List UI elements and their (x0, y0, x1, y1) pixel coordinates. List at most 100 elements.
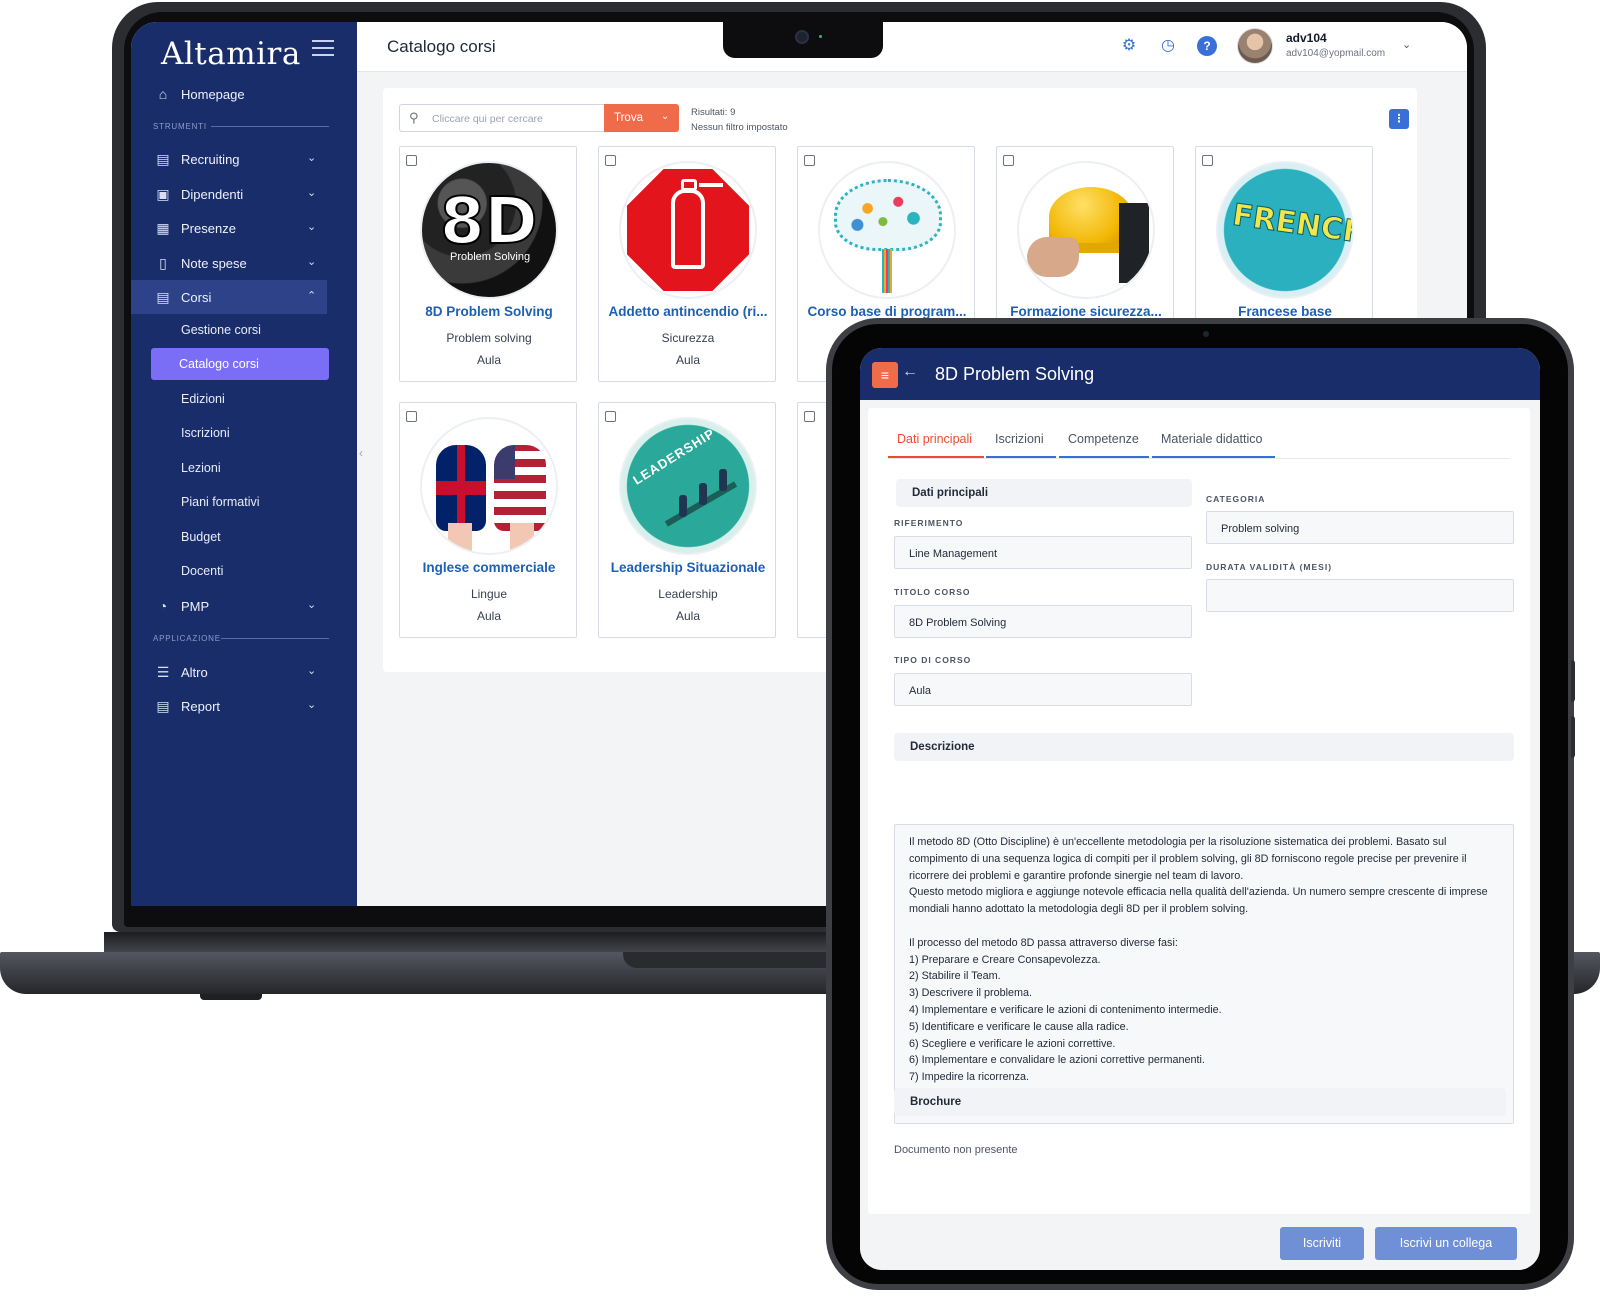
sidebar-sub-lezioni[interactable]: Lezioni (181, 461, 221, 475)
tablet-screen: ≡ ← 8D Problem Solving Dati principali I… (860, 348, 1540, 1270)
sidebar-sub-piani-formativi[interactable]: Piani formativi (181, 495, 260, 509)
course-checkbox[interactable] (605, 155, 616, 166)
sidebar-sub-iscrizioni[interactable]: Iscrizioni (181, 426, 230, 440)
description-textarea[interactable]: Il metodo 8D (Otto Discipline) è un'ecce… (894, 824, 1514, 1124)
course-name[interactable]: 8D Problem Solving (404, 304, 574, 319)
course-category: Problem solving (446, 331, 532, 345)
results-info: Risultati: 9 Nessun filtro impostato (691, 105, 788, 135)
help-icon[interactable]: ? (1197, 36, 1217, 56)
course-checkbox[interactable] (804, 155, 815, 166)
camera-icon (795, 30, 809, 44)
course-type: Aula (476, 353, 502, 367)
course-card[interactable]: Inglese commerciale Lingue Aula (399, 402, 577, 638)
french-doodle-image: FRENCH (1216, 161, 1354, 299)
course-checkbox[interactable] (406, 411, 417, 422)
sidebar-sub-docenti[interactable]: Docenti (181, 564, 223, 578)
course-card[interactable]: 8D Problem Solving 8D Problem Solving Pr… (399, 146, 577, 382)
riferimento-field[interactable]: Line Management (894, 536, 1192, 569)
course-name[interactable]: Addetto antincendio (ri... (603, 304, 773, 319)
durata-validita-field[interactable] (1206, 579, 1514, 612)
tab-indicator (1152, 456, 1275, 458)
tab-indicator (986, 456, 1056, 458)
sidebar-item-presenze[interactable]: ▦ Presenze ⌄ (131, 211, 357, 245)
durata-validita-label: DURATA VALIDITÀ (MESI) (1206, 562, 1333, 572)
course-checkbox[interactable] (1003, 155, 1014, 166)
course-card[interactable]: Addetto antincendio (ri... Sicurezza Aul… (598, 146, 776, 382)
riferimento-label: RIFERIMENTO (894, 518, 964, 528)
sidebar-item-altro[interactable]: ☰ Altro ⌄ (131, 655, 357, 689)
hamburger-menu-icon[interactable] (312, 40, 334, 56)
course-name[interactable]: Formazione sicurezza... (1001, 304, 1171, 319)
topbar: Catalogo corsi ⚙ ◷ ? adv104 adv104@yopma… (357, 22, 1467, 72)
detail-panel: Dati principali Iscrizioni Competenze Ma… (868, 408, 1530, 1214)
list-icon: ☰ (156, 664, 170, 680)
sidebar-item-corsi[interactable]: ▤ Corsi ⌃ (131, 280, 327, 314)
sidebar-item-homepage[interactable]: ⌂ Homepage (131, 77, 357, 111)
course-category: Sicurezza (661, 331, 715, 345)
titolo-corso-field[interactable]: 8D Problem Solving (894, 605, 1192, 638)
section-divider (221, 638, 329, 639)
flag-hands-image (420, 417, 558, 555)
id-card-icon: ▣ (156, 186, 170, 202)
clock-icon[interactable]: ◷ (1158, 36, 1178, 56)
sidebar-item-dipendenti[interactable]: ▣ Dipendenti ⌄ (131, 177, 357, 211)
chevron-down-icon: ⌄ (307, 256, 317, 268)
tab-materiale-didattico[interactable]: Materiale didattico (1161, 432, 1262, 446)
sidebar-item-pmp[interactable]: ◔ PMP ⌄ (131, 589, 357, 623)
course-card[interactable]: LEADERSHIP Leadership Situazionale Leade… (598, 402, 776, 638)
tab-indicator (1059, 456, 1149, 458)
course-checkbox[interactable] (804, 411, 815, 422)
more-options-icon[interactable]: ⋮ (1389, 109, 1409, 129)
detail-title: 8D Problem Solving (935, 364, 1095, 384)
tipo-corso-field[interactable]: Aula (894, 673, 1192, 706)
course-checkbox[interactable] (605, 411, 616, 422)
laptop-foot (200, 994, 262, 1000)
iscriviti-button[interactable]: Iscriviti (1280, 1227, 1364, 1260)
menu-icon[interactable]: ≡ (872, 362, 898, 388)
chevron-down-icon[interactable]: ⌄ (1402, 38, 1411, 51)
sidebar-item-report[interactable]: ▤ Report ⌄ (131, 689, 357, 723)
sidebar-sub-gestione-corsi[interactable]: Gestione corsi (181, 323, 261, 337)
section-divider (211, 126, 329, 127)
categoria-field[interactable]: Problem solving (1206, 511, 1514, 544)
course-checkbox[interactable] (1202, 155, 1213, 166)
course-name[interactable]: Leadership Situazionale (603, 560, 773, 575)
search-input[interactable]: ⚲ Cliccare qui per cercare (399, 104, 605, 132)
briefcase-icon: ▤ (156, 151, 170, 167)
section-dati-principali: Dati principali (896, 479, 1192, 507)
course-name[interactable]: Corso base di program... (802, 304, 972, 319)
chevron-left-icon[interactable]: ‹ (359, 446, 363, 460)
sidebar-item-recruiting[interactable]: ▤ Recruiting ⌄ (131, 142, 357, 176)
pie-chart-icon: ◔ (158, 598, 168, 614)
chevron-down-icon: ⌄ (307, 665, 317, 677)
detail-footer: Iscriviti Iscrivi un collega (860, 1218, 1540, 1270)
tab-dati-principali[interactable]: Dati principali (897, 432, 972, 446)
tablet-button (1571, 660, 1575, 702)
gear-icon[interactable]: ⚙ (1119, 36, 1139, 56)
search-button[interactable]: Trova ⌄ (604, 104, 679, 132)
course-name[interactable]: Francese base (1200, 304, 1370, 319)
sidebar-sub-catalogo-corsi[interactable]: Catalogo corsi (151, 348, 329, 380)
sidebar-sub-budget[interactable]: Budget (181, 530, 221, 544)
tab-iscrizioni[interactable]: Iscrizioni (995, 432, 1044, 446)
course-type: Aula (675, 353, 701, 367)
user-email: adv104@yopmail.com (1286, 48, 1386, 59)
chevron-down-icon: ⌄ (307, 699, 317, 711)
course-type: Aula (476, 609, 502, 623)
sidebar: Altamira ⌂ Homepage STRUMENTI ▤ Recruiti… (131, 22, 357, 906)
no-document-text: Documento non presente (894, 1144, 1018, 1156)
hard-hat-image (1017, 161, 1155, 299)
app-logo: Altamira (161, 36, 301, 72)
course-name[interactable]: Inglese commerciale (404, 560, 574, 575)
user-name: adv104 (1286, 31, 1327, 45)
sidebar-sub-edizioni[interactable]: Edizioni (181, 392, 225, 406)
avatar[interactable] (1237, 28, 1273, 64)
section-descrizione: Descrizione (894, 733, 1514, 761)
iscrivi-collega-button[interactable]: Iscrivi un collega (1375, 1227, 1517, 1260)
back-arrow-icon[interactable]: ← (902, 363, 918, 381)
sidebar-item-note-spese[interactable]: ▯ Note spese ⌄ (131, 246, 357, 280)
tab-competenze[interactable]: Competenze (1068, 432, 1139, 446)
book-icon: ▤ (156, 289, 170, 305)
categoria-label: CATEGORIA (1206, 494, 1266, 504)
course-checkbox[interactable] (406, 155, 417, 166)
